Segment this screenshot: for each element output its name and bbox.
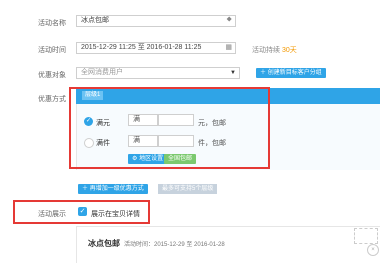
tier-limit-hint: 最多可支持5个层级 [158, 184, 218, 194]
activity-name-value: 冰点包邮 [81, 17, 109, 24]
preview-card [76, 227, 380, 263]
rule2-suffix: 件，包邮 [198, 140, 226, 147]
checkbox-checked-icon[interactable]: ✓ [78, 207, 87, 216]
activity-time-label: 活动时间 [38, 47, 66, 54]
activity-time-value: 2015-12-29 11:25 至 2016-01-28 11:25 [81, 44, 202, 51]
display-checkbox-label: 展示在宝贝详情 [91, 211, 140, 218]
rule2-prefix: 满 [128, 135, 158, 147]
rule2-input[interactable] [158, 135, 194, 147]
activity-time-input[interactable]: 2015-12-29 11:25 至 2016-01-28 11:25 ▦ [76, 42, 236, 54]
rule1-option-label: 满元 [96, 120, 110, 127]
create-group-button-label: 创建新目标客户分组 [267, 70, 322, 76]
dashed-frame [354, 228, 378, 244]
activity-name-label: 活动名称 [38, 20, 66, 27]
plus-icon: ＋ [82, 186, 89, 192]
create-group-button[interactable]: ＋ 创建新目标客户分组 [256, 68, 326, 78]
calendar-icon: ▦ [225, 44, 232, 51]
close-icon[interactable]: × [367, 244, 379, 256]
add-tier-button-label: 再增加一级优惠方式 [89, 186, 144, 192]
promo-target-value: 全网消费用户 [81, 69, 123, 76]
radio-unchecked-icon[interactable] [84, 138, 94, 148]
radio-checked-icon[interactable]: ✓ [84, 117, 93, 126]
region-settings-button[interactable]: ⚙ 地区设置 [128, 154, 168, 164]
tag-icon: ⯁ [226, 17, 232, 24]
promo-target-select[interactable]: 全网消费用户 ▼ [76, 67, 240, 79]
preview-time-value: 2015-12-29 至 2016-01-28 [154, 242, 225, 248]
plus-icon: ＋ [260, 70, 267, 76]
preview-time-label: 活动时间： [124, 242, 155, 248]
dropdown-arrow-icon: ▼ [230, 70, 236, 76]
preview-time: 活动时间：2015-12-29 至 2016-01-28 [124, 239, 225, 248]
gear-icon: ⚙ [132, 156, 138, 162]
promo-target-label: 优惠对象 [38, 72, 66, 79]
duration-text: 活动持续 30天 [252, 45, 297, 55]
rule1-input[interactable] [158, 114, 194, 126]
duration-label: 活动持续 [252, 47, 280, 54]
promo-method-label: 优惠方式 [38, 96, 66, 103]
region-settings-label: 地区设置 [139, 156, 164, 162]
rule2-option-label: 满件 [96, 140, 110, 147]
all-region-button[interactable]: 全国包邮 [164, 154, 197, 164]
activity-name-input[interactable]: 冰点包邮 ⯁ [76, 15, 236, 27]
rule1-prefix: 满 [128, 114, 158, 126]
rule1-suffix: 元，包邮 [198, 120, 226, 127]
duration-value: 30天 [281, 47, 297, 54]
preview-name: 冰点包邮 [88, 239, 120, 248]
add-tier-button[interactable]: ＋ 再增加一级优惠方式 [78, 184, 148, 194]
